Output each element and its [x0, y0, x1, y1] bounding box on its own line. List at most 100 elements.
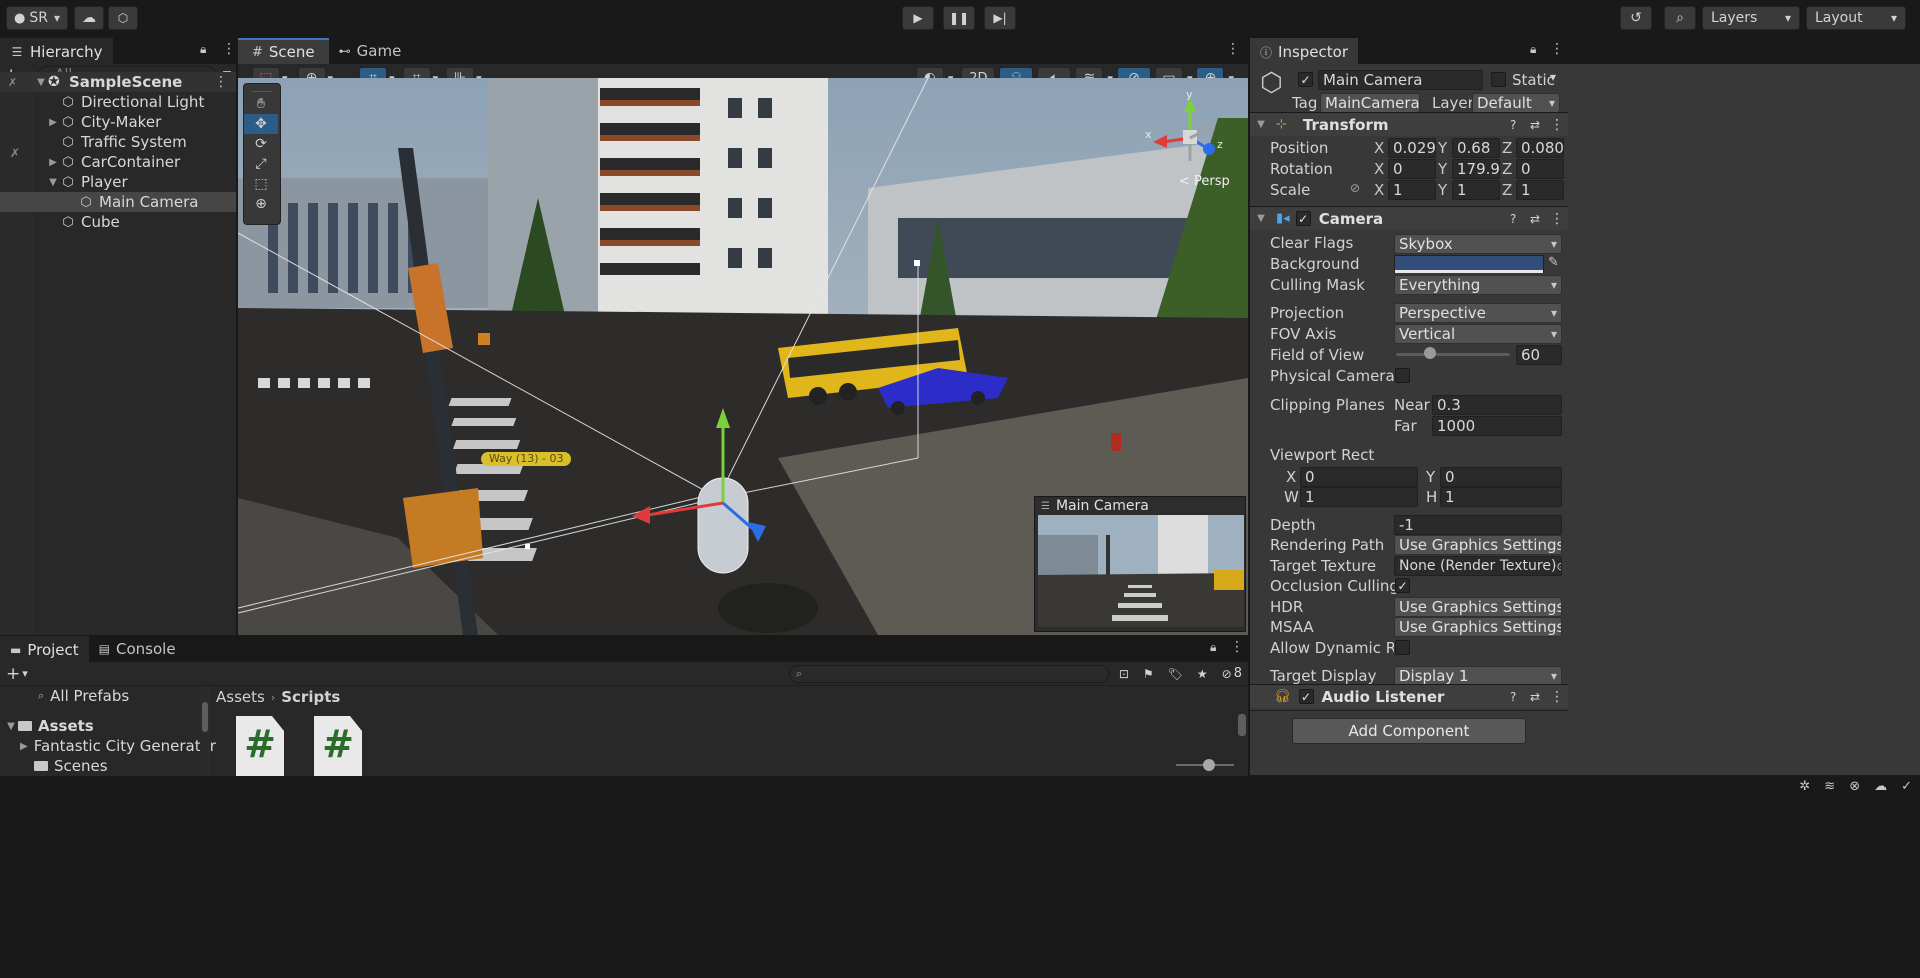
rotation-x-field[interactable]: 0 — [1388, 159, 1436, 179]
position-y-field[interactable]: 0.68 — [1452, 138, 1500, 158]
add-icon[interactable]: + — [6, 664, 20, 684]
layer-dropdown[interactable]: Default — [1472, 93, 1560, 113]
kebab-menu-icon[interactable]: ⋮ — [214, 74, 228, 90]
favorite-star-icon[interactable]: ★ — [1197, 667, 1208, 681]
foldout-expanded-icon[interactable]: ▼ — [46, 177, 60, 188]
fov-slider-track[interactable] — [1396, 353, 1510, 356]
hierarchy-item[interactable]: ⬡ Main Camera — [0, 192, 236, 212]
tab-hierarchy[interactable]: ☰ Hierarchy — [0, 38, 113, 64]
move-tool-button[interactable]: ✥ — [244, 114, 278, 134]
fov-slider-thumb[interactable] — [1424, 347, 1437, 359]
tree-scrollbar-thumb[interactable] — [202, 702, 208, 732]
viewport-x-field[interactable]: 0 — [1300, 467, 1418, 487]
constrain-proportions-icon[interactable]: ⊘ — [1350, 181, 1360, 195]
hierarchy-item[interactable]: ⬡ Directional Light — [0, 92, 236, 112]
viewport-w-field[interactable]: 1 — [1300, 487, 1418, 507]
layout-dropdown[interactable]: Layout ▾ — [1806, 6, 1906, 30]
active-checkbox[interactable]: ✓ — [1298, 72, 1313, 87]
preset-icon[interactable]: ⇄ — [1530, 212, 1540, 226]
project-search-input[interactable]: ⌕ — [788, 664, 1109, 683]
object-picker-icon[interactable]: ⊙ — [1556, 560, 1561, 573]
tag-icon[interactable]: 🏷︎ — [1168, 667, 1183, 681]
visibility-icon[interactable]: ✗ — [8, 76, 34, 89]
files-scrollbar-thumb[interactable] — [1238, 714, 1246, 736]
hand-tool-button[interactable]: ✋︎ — [244, 94, 278, 114]
search-by-type-icon[interactable]: ⊡ — [1119, 667, 1129, 681]
cloud-button[interactable]: ☁ — [74, 6, 104, 30]
physical-camera-checkbox[interactable] — [1395, 368, 1410, 383]
help-icon[interactable]: ? — [1510, 212, 1516, 226]
hierarchy-item[interactable]: ▶ ⬡ CarContainer — [0, 152, 236, 172]
position-x-field[interactable]: 0.0299 — [1388, 138, 1436, 158]
lock-icon[interactable]: 🔒︎ — [1530, 42, 1536, 57]
transform-tool-button[interactable]: ⊕ — [244, 194, 278, 214]
search-by-label-icon[interactable]: ⚑ — [1143, 667, 1154, 681]
breadcrumb-assets[interactable]: Assets — [216, 688, 265, 706]
rotation-z-field[interactable]: 0 — [1516, 159, 1564, 179]
tab-scene[interactable]: # Scene — [238, 38, 329, 64]
eyedropper-icon[interactable]: ✎ — [1548, 255, 1559, 270]
kebab-menu-icon[interactable]: ⋮ — [1226, 41, 1240, 57]
depth-field[interactable]: -1 — [1394, 515, 1562, 535]
hierarchy-item[interactable]: ⬡ Cube — [0, 212, 236, 232]
culling-mask-dropdown[interactable]: Everything — [1394, 275, 1562, 295]
chevron-down-icon[interactable]: ▾ — [22, 667, 28, 680]
far-field[interactable]: 1000 — [1432, 416, 1562, 436]
object-name-field[interactable]: Main Camera — [1318, 70, 1483, 90]
static-checkbox[interactable] — [1491, 72, 1506, 87]
camera-header[interactable]: ▼ ▮◂ ✓ Camera ? ⇄ ⋮ — [1250, 206, 1568, 230]
tag-dropdown[interactable]: MainCamera — [1320, 93, 1420, 113]
scale-y-field[interactable]: 1 — [1452, 180, 1500, 200]
step-button[interactable]: ▶| — [984, 6, 1016, 30]
rotate-tool-button[interactable]: ⟳ — [244, 134, 278, 154]
script-file-1[interactable]: # — [236, 716, 284, 776]
search-button[interactable]: ⌕ — [1664, 6, 1696, 30]
rotation-y-field[interactable]: 179.9 — [1452, 159, 1500, 179]
layers-icon[interactable]: ≋ — [1824, 779, 1835, 794]
check-circle-icon[interactable]: ✓ — [1901, 779, 1912, 794]
tree-scrollbar[interactable] — [200, 686, 210, 776]
hdr-dropdown[interactable]: Use Graphics Settings — [1394, 597, 1562, 617]
kebab-menu-icon[interactable]: ⋮ — [222, 41, 236, 57]
preset-icon[interactable]: ⇄ — [1530, 118, 1540, 132]
foldout-expanded-icon[interactable]: ▼ — [34, 77, 48, 88]
chevron-down-icon[interactable]: ▾ — [1550, 70, 1556, 84]
waypoint-label[interactable]: Way (13) - 03 — [481, 452, 572, 466]
preset-icon[interactable]: ⇄ — [1530, 690, 1540, 704]
debug-mode-icon[interactable]: ✲ — [1799, 779, 1810, 794]
audio-listener-checkbox[interactable]: ✓ — [1298, 689, 1314, 704]
foldout-expanded-icon[interactable]: ▼ — [1254, 119, 1268, 130]
scene-viewport[interactable]: Way (13) - 03 ✋︎ ✥ ⟳ ⤢ ⬚ ⊕ y x z < Persp… — [238, 78, 1248, 635]
scale-tool-button[interactable]: ⤢ — [244, 154, 278, 174]
project-tree-item[interactable]: Scenes — [0, 756, 210, 776]
lock-icon[interactable]: 🔒︎ — [200, 42, 206, 57]
foldout-collapsed-icon[interactable]: ▶ — [46, 157, 60, 168]
help-icon[interactable]: ? — [1510, 118, 1516, 132]
bug-icon[interactable]: ⊗ — [1849, 779, 1860, 794]
fov-field[interactable]: 60 — [1516, 345, 1562, 365]
scale-x-field[interactable]: 1 — [1388, 180, 1436, 200]
pause-button[interactable]: ❚❚ — [943, 6, 975, 30]
camera-preview-header[interactable]: ☰ Main Camera — [1035, 497, 1245, 515]
eye-slash-icon[interactable]: ⊘ — [1222, 667, 1232, 681]
project-tree-item[interactable]: ▶ Fantastic City Generator — [0, 736, 216, 756]
scene-row[interactable]: ✗ ▼ ✪ SampleScene ⋮ — [0, 72, 236, 92]
rect-tool-button[interactable]: ⬚ — [244, 174, 278, 194]
orientation-gizmo[interactable]: y x z < Persp — [1143, 86, 1238, 196]
undo-history-button[interactable]: ↺ — [1620, 6, 1652, 30]
foldout-collapsed-icon[interactable]: ▶ — [20, 741, 28, 752]
camera-enabled-checkbox[interactable]: ✓ — [1295, 211, 1311, 226]
scale-z-field[interactable]: 1 — [1516, 180, 1564, 200]
hierarchy-item[interactable]: ⬡ Traffic System — [0, 132, 236, 152]
tab-console[interactable]: ▤ Console — [89, 636, 186, 662]
kebab-menu-icon[interactable]: ⋮ — [1550, 689, 1564, 705]
breadcrumb-scripts[interactable]: Scripts — [281, 688, 340, 706]
persp-label[interactable]: < Persp — [1179, 174, 1230, 189]
lock-icon[interactable]: 🔒︎ — [1210, 640, 1216, 655]
foldout-expanded-icon[interactable]: ▼ — [4, 721, 18, 732]
viewport-y-field[interactable]: 0 — [1440, 467, 1562, 487]
tab-inspector[interactable]: ⓘ Inspector — [1250, 38, 1358, 64]
layers-dropdown[interactable]: Layers ▾ — [1702, 6, 1800, 30]
kebab-menu-icon[interactable]: ⋮ — [1550, 41, 1564, 57]
hierarchy-item[interactable]: ▶ ⬡ City-Maker — [0, 112, 236, 132]
